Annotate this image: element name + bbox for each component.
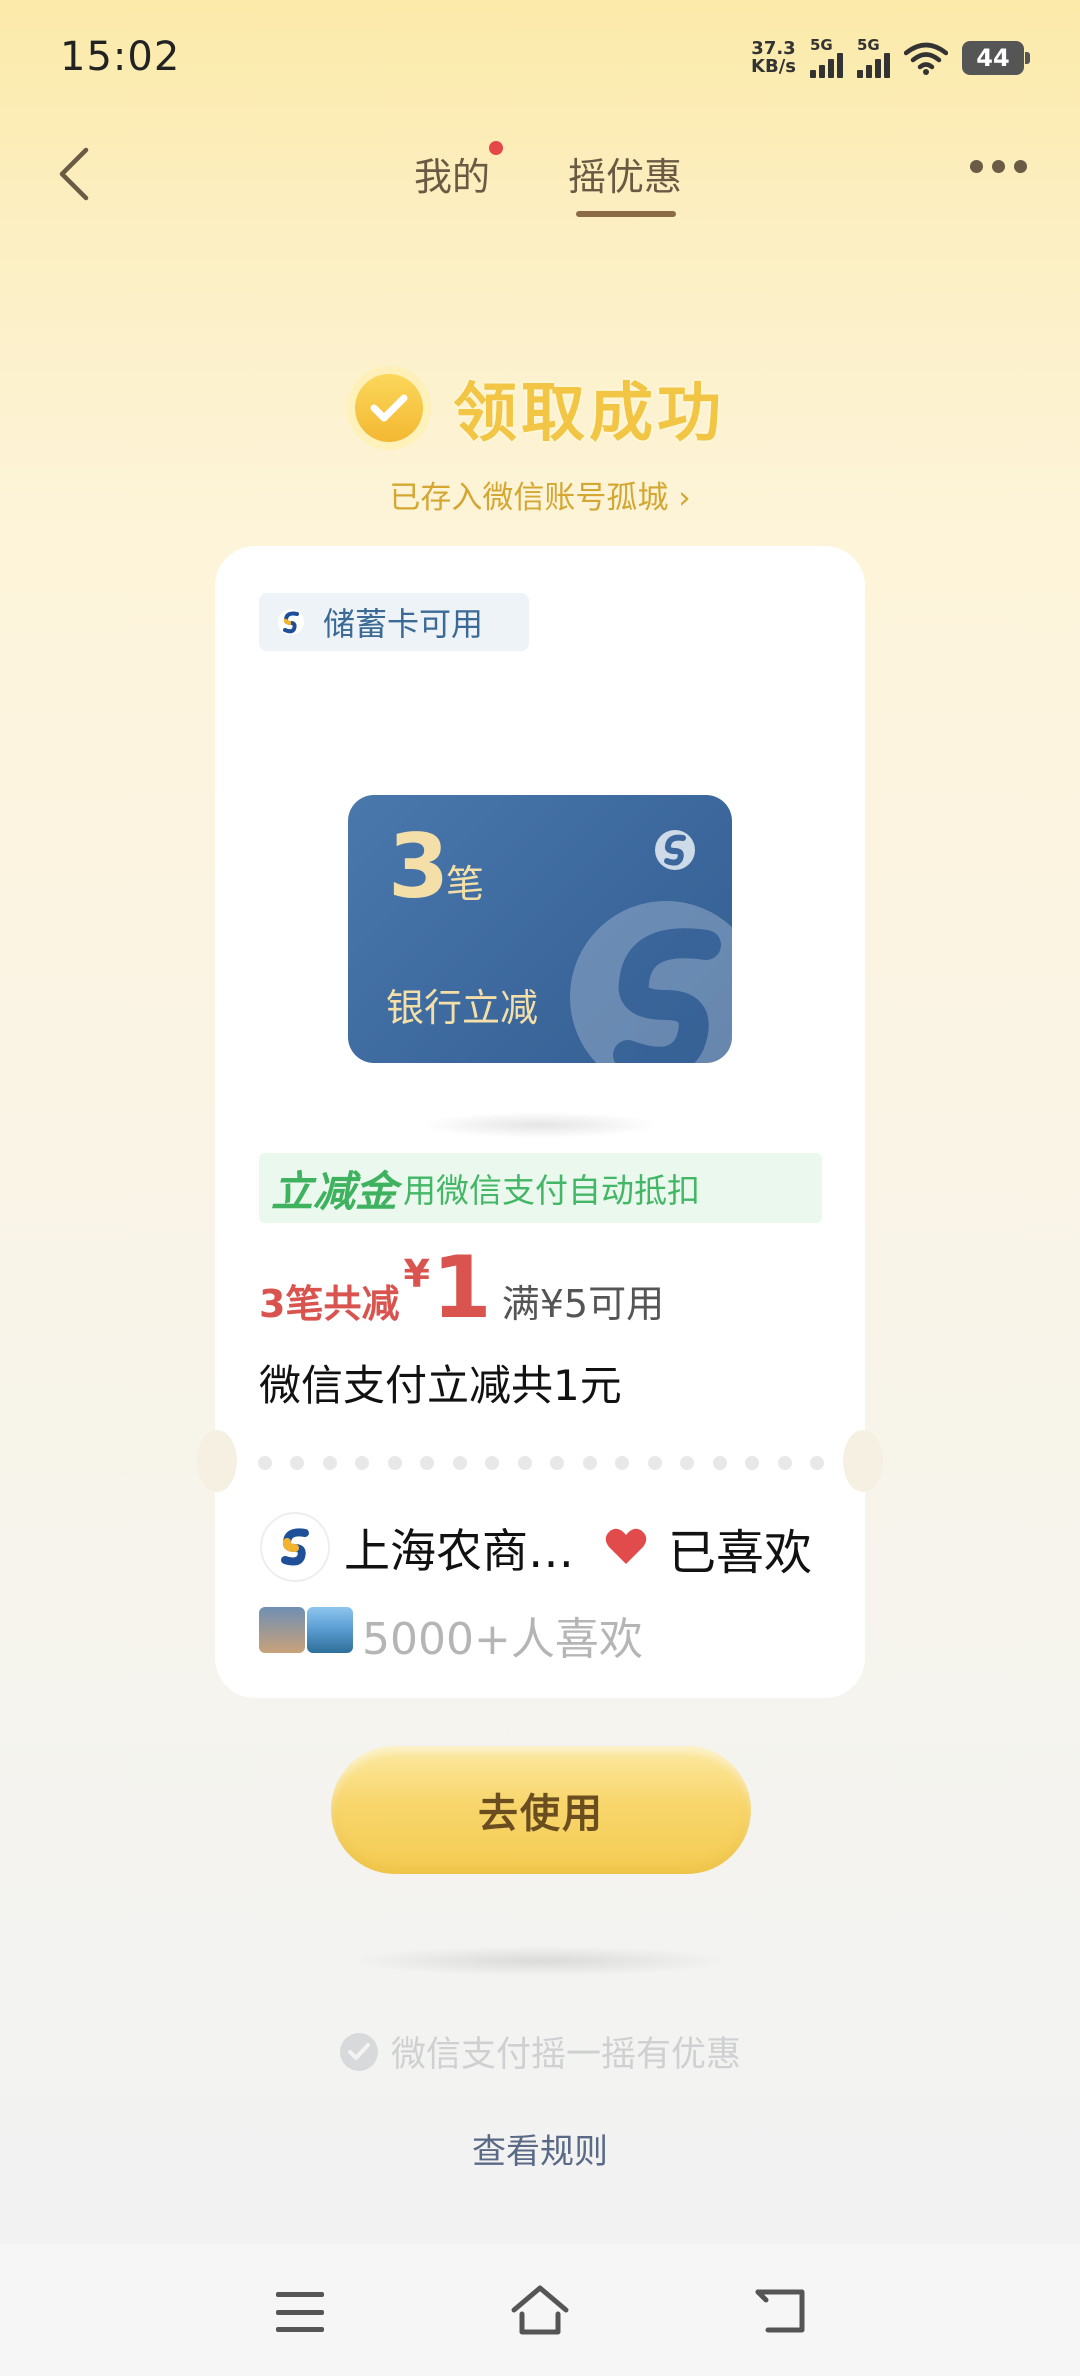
tab-mine[interactable]: 我的 bbox=[414, 146, 490, 201]
home-icon[interactable] bbox=[510, 2284, 570, 2336]
wechat-pay-icon bbox=[339, 2032, 378, 2071]
status-time: 15:02 bbox=[60, 34, 181, 80]
likes-count: 5000+人喜欢 bbox=[362, 1614, 643, 1665]
bank-logo-watermark-icon bbox=[570, 901, 732, 1063]
signal-icon: 5G bbox=[857, 38, 890, 78]
sim1-network-type: 5G bbox=[810, 36, 833, 54]
button-shadow bbox=[350, 1946, 730, 1976]
success-title: 领取成功 bbox=[453, 377, 725, 451]
bank-card-illustration: 3 笔 银行立减 bbox=[348, 795, 732, 1063]
sim2-network-type: 5G bbox=[857, 36, 880, 54]
discount-label: 立减金 bbox=[271, 1166, 398, 1216]
currency-symbol: ¥ bbox=[403, 1252, 430, 1296]
avatar bbox=[307, 1607, 353, 1653]
amount-prefix: 3笔共减 bbox=[259, 1282, 400, 1326]
saved-account-link[interactable]: 已存入微信账号孤城 › bbox=[0, 472, 1080, 517]
view-rules-link[interactable]: 查看规则 bbox=[0, 2124, 1080, 2173]
discount-description: 用微信支付自动抵扣 bbox=[403, 1171, 701, 1210]
liked-label[interactable]: 已喜欢 bbox=[668, 1513, 812, 1583]
status-icons: 37.3 KB/s 5G 5G 44 bbox=[751, 38, 1030, 78]
active-tab-indicator bbox=[576, 211, 676, 217]
back-nav-icon[interactable] bbox=[752, 2286, 808, 2334]
signal-icon: 5G bbox=[810, 38, 843, 78]
promo-line: 微信支付摇一摇有优惠 bbox=[0, 2026, 1080, 2077]
wifi-icon bbox=[904, 42, 948, 75]
back-icon[interactable] bbox=[52, 144, 96, 204]
discount-amount-row: 3笔共减 ¥ 1 满¥5可用 bbox=[259, 1238, 664, 1338]
heart-icon[interactable] bbox=[604, 1526, 648, 1566]
promo-text: 微信支付摇一摇有优惠 bbox=[390, 2035, 741, 2075]
network-speed-unit: KB/s bbox=[751, 56, 796, 77]
check-icon bbox=[355, 374, 423, 442]
discount-amount: 1 bbox=[431, 1238, 492, 1338]
card-notch-left bbox=[197, 1430, 237, 1492]
card-type-badge: 储蓄卡可用 bbox=[259, 593, 529, 651]
notification-dot bbox=[489, 141, 503, 155]
more-icon[interactable] bbox=[970, 160, 1027, 173]
use-coupon-label: 去使用 bbox=[478, 1792, 604, 1836]
battery-icon: 44 bbox=[962, 41, 1030, 75]
card-count: 3 bbox=[388, 815, 450, 918]
bank-logo-icon bbox=[281, 1528, 309, 1566]
coupon-summary: 微信支付立减共1元 bbox=[259, 1361, 622, 1410]
network-speed: 37.3 KB/s bbox=[751, 40, 796, 76]
avatar bbox=[259, 1607, 305, 1653]
liker-avatars bbox=[259, 1607, 353, 1653]
tab-shake-offers[interactable]: 摇优惠 bbox=[568, 146, 682, 201]
bank-avatar[interactable] bbox=[262, 1514, 328, 1580]
battery-level: 44 bbox=[976, 44, 1010, 72]
usage-condition: 满¥5可用 bbox=[501, 1282, 665, 1326]
use-coupon-button[interactable]: 去使用 bbox=[331, 1746, 751, 1874]
bank-name[interactable]: 上海农商… bbox=[344, 1515, 574, 1581]
card-description: 银行立减 bbox=[386, 986, 539, 1030]
card-shadow bbox=[420, 1112, 660, 1138]
card-unit: 笔 bbox=[446, 862, 485, 906]
success-header: 领取成功 bbox=[0, 362, 1080, 454]
dotted-divider bbox=[258, 1456, 824, 1470]
card-type-label: 储蓄卡可用 bbox=[323, 605, 484, 643]
bank-logo-icon bbox=[278, 609, 304, 635]
bank-logo-icon bbox=[655, 830, 695, 870]
menu-icon[interactable] bbox=[276, 2292, 324, 2332]
card-notch-right bbox=[843, 1430, 883, 1492]
discount-banner: 立减金 用微信支付自动抵扣 bbox=[259, 1153, 822, 1223]
